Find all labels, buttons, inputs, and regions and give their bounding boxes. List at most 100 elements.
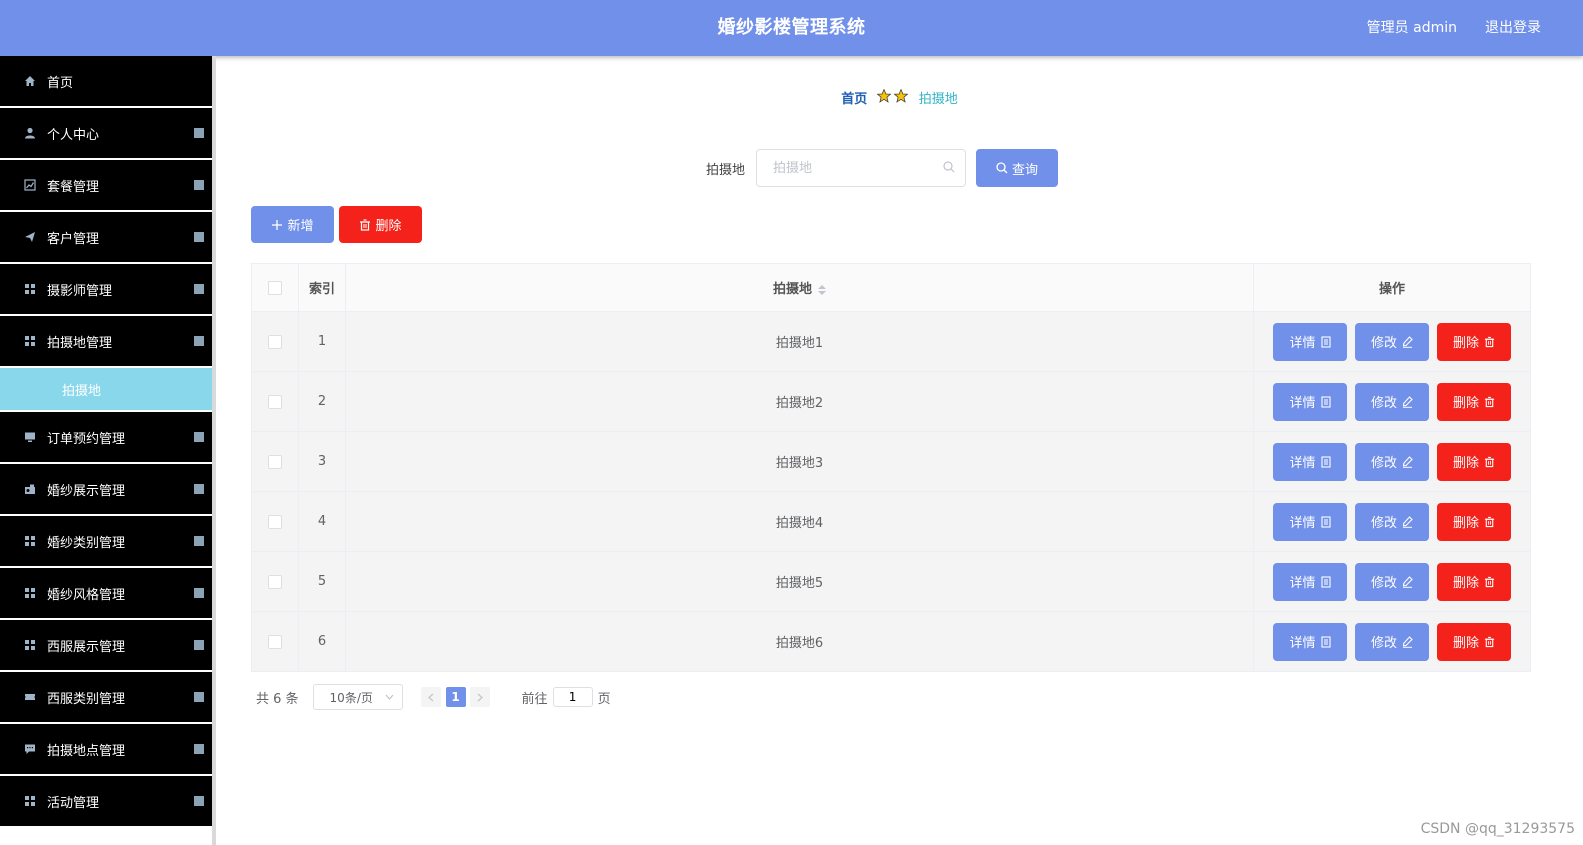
sidebar-item-8[interactable]: 婚纱类别管理 (0, 516, 212, 568)
row-checkbox[interactable] (268, 574, 282, 589)
search-bar: 拍摄地 查询 (706, 149, 1059, 187)
sidebar-item-3[interactable]: 客户管理 (0, 212, 212, 264)
table-row: 1 拍摄地1 详情 修改 删除 (251, 311, 1531, 372)
sidebar-item-4[interactable]: 摄影师管理 (0, 264, 212, 316)
delete-button-label: 删除 (1452, 516, 1479, 531)
sidebar-item-11[interactable]: 西服类别管理 (0, 672, 212, 724)
total-count: 共 6 条 (256, 691, 299, 707)
trash-icon (1484, 636, 1495, 647)
goto-page-input[interactable] (552, 687, 593, 707)
edit-button[interactable]: 修改 (1355, 322, 1429, 361)
row-index: 6 (298, 611, 346, 672)
row-checkbox[interactable] (268, 334, 282, 349)
row-checkbox-cell (251, 551, 299, 612)
edit-button-label: 修改 (1370, 336, 1397, 351)
row-location: 拍摄地3 (345, 431, 1254, 492)
chevron-down-icon (385, 694, 393, 700)
detail-button[interactable]: 详情 (1273, 322, 1347, 361)
expand-square-icon (194, 588, 204, 598)
chevron-right-icon (477, 693, 483, 701)
document-icon (1320, 395, 1331, 408)
sidebar-subitem-location[interactable]: 拍摄地 (0, 368, 212, 412)
edit-button[interactable]: 修改 (1355, 622, 1429, 661)
detail-button[interactable]: 详情 (1273, 502, 1347, 541)
sidebar-item-label: 个人中心 (47, 127, 100, 143)
row-location: 拍摄地1 (345, 311, 1254, 372)
expand-square-icon (194, 536, 204, 546)
sidebar-item-label: 拍摄地点管理 (47, 743, 126, 759)
sidebar-item-6[interactable]: 订单预约管理 (0, 412, 212, 464)
grid-icon (23, 638, 37, 652)
grid-icon (23, 586, 37, 600)
sidebar-item-9[interactable]: 婚纱风格管理 (0, 568, 212, 620)
pencil-icon (1402, 455, 1413, 468)
row-checkbox[interactable] (268, 634, 282, 649)
delete-button-label: 删除 (1452, 336, 1479, 351)
detail-button[interactable]: 详情 (1273, 382, 1347, 421)
add-button[interactable]: 新增 (251, 206, 334, 243)
delete-button[interactable]: 删除 (1437, 382, 1511, 421)
sidebar-item-label: 婚纱展示管理 (47, 483, 126, 499)
table-row: 6 拍摄地6 详情 修改 删除 (251, 611, 1531, 672)
row-ops: 详情 修改 删除 (1253, 491, 1531, 552)
breadcrumb-separator-stars-icon (876, 88, 912, 107)
delete-button[interactable]: 删除 (1437, 322, 1511, 361)
sidebar-subitem-label: 拍摄地 (62, 383, 102, 399)
sidebar-item-5[interactable]: 拍摄地管理 (0, 316, 212, 368)
delete-button[interactable]: 删除 (1437, 442, 1511, 481)
sort-icon[interactable] (818, 284, 826, 295)
pencil-icon (1402, 395, 1413, 408)
sidebar-item-2[interactable]: 套餐管理 (0, 160, 212, 212)
select-all-checkbox[interactable] (268, 280, 282, 295)
breadcrumb-current: 拍摄地 (918, 92, 958, 107)
delete-button[interactable]: 删除 (1437, 502, 1511, 541)
row-checkbox[interactable] (268, 394, 282, 409)
row-checkbox-cell (251, 491, 299, 552)
table-row: 5 拍摄地5 详情 修改 删除 (251, 551, 1531, 612)
edit-button[interactable]: 修改 (1355, 502, 1429, 541)
sidebar-item-1[interactable]: 个人中心 (0, 108, 212, 160)
sidebar-item-7[interactable]: 婚纱展示管理 (0, 464, 212, 516)
detail-button-label: 详情 (1289, 396, 1316, 411)
row-checkbox[interactable] (268, 514, 282, 529)
sidebar-item-13[interactable]: 活动管理 (0, 776, 212, 828)
detail-button[interactable]: 详情 (1273, 562, 1347, 601)
next-page-button[interactable] (469, 687, 490, 707)
expand-square-icon (194, 432, 204, 442)
detail-button[interactable]: 详情 (1273, 442, 1347, 481)
breadcrumb-home[interactable]: 首页 (841, 92, 867, 107)
pagination: 共 6 条 10条/页 1 前往 页 (256, 683, 611, 711)
document-icon (1320, 335, 1331, 348)
logout-link[interactable]: 退出登录 (1485, 0, 1541, 56)
expand-square-icon (194, 640, 204, 650)
send-icon (23, 230, 37, 244)
page-suffix: 页 (597, 691, 611, 707)
detail-button[interactable]: 详情 (1273, 622, 1347, 661)
batch-delete-button[interactable]: 删除 (339, 206, 422, 243)
search-icon (943, 161, 955, 177)
column-header-location[interactable]: 拍摄地 (345, 263, 1254, 312)
edit-button[interactable]: 修改 (1355, 562, 1429, 601)
row-checkbox[interactable] (268, 454, 282, 469)
row-ops: 详情 修改 删除 (1253, 431, 1531, 492)
sidebar-item-10[interactable]: 西服展示管理 (0, 620, 212, 672)
delete-button[interactable]: 删除 (1437, 562, 1511, 601)
sidebar-item-12[interactable]: 拍摄地点管理 (0, 724, 212, 776)
delete-button-label: 删除 (1452, 636, 1479, 651)
pencil-icon (1402, 515, 1413, 528)
row-location: 拍摄地2 (345, 371, 1254, 432)
sidebar-item-0[interactable]: 首页 (0, 56, 212, 108)
delete-button[interactable]: 删除 (1437, 622, 1511, 661)
search-icon (996, 162, 1008, 174)
pencil-icon (1402, 635, 1413, 648)
page-number-1[interactable]: 1 (445, 687, 466, 707)
edit-button[interactable]: 修改 (1355, 382, 1429, 421)
query-button[interactable]: 查询 (976, 149, 1059, 187)
edit-button[interactable]: 修改 (1355, 442, 1429, 481)
prev-page-button[interactable] (420, 687, 441, 707)
page-size-select[interactable]: 10条/页 (312, 684, 403, 710)
search-input[interactable] (771, 159, 946, 177)
row-checkbox-cell (251, 611, 299, 672)
camera-icon (23, 482, 37, 496)
column-header-location-label: 拍摄地 (772, 282, 812, 297)
